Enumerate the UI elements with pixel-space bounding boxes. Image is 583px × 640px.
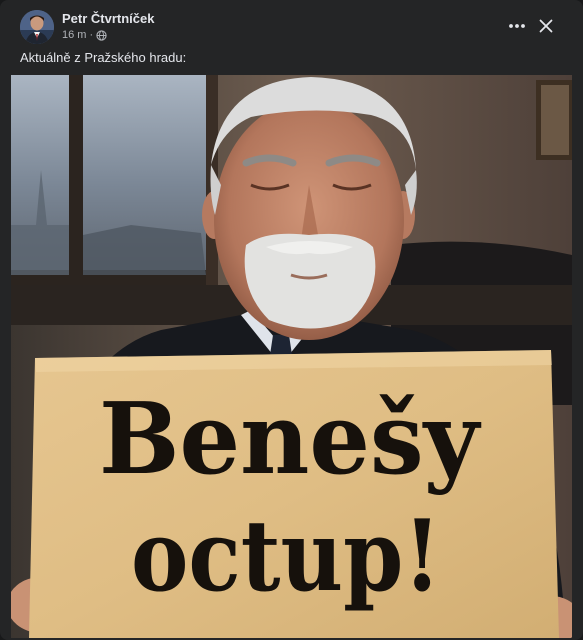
meta-separator: ·	[89, 29, 94, 41]
more-options-button[interactable]	[504, 13, 530, 39]
sign-text-line2: octup!	[131, 499, 441, 614]
more-horizontal-icon	[509, 24, 525, 28]
post-image[interactable]: Benešy octup!	[11, 75, 572, 638]
post-header: Petr Čtvrtníček 16 m ·	[0, 0, 583, 46]
globe-icon	[96, 29, 107, 41]
author-name[interactable]: Petr Čtvrtníček	[62, 11, 154, 26]
post-caption: Aktuálně z Pražského hradu:	[20, 50, 187, 65]
post-photo: Benešy octup!	[11, 75, 572, 638]
post-meta: 16 m ·	[62, 29, 107, 41]
sign-text-line1: Benešy	[99, 382, 482, 497]
author-avatar[interactable]	[20, 10, 54, 44]
avatar-image	[20, 10, 54, 44]
facebook-post: Petr Čtvrtníček 16 m · Aktuálně z Pražsk…	[0, 0, 583, 640]
close-button[interactable]	[532, 12, 560, 40]
close-icon	[539, 19, 553, 33]
post-timestamp[interactable]: 16 m	[62, 29, 86, 41]
